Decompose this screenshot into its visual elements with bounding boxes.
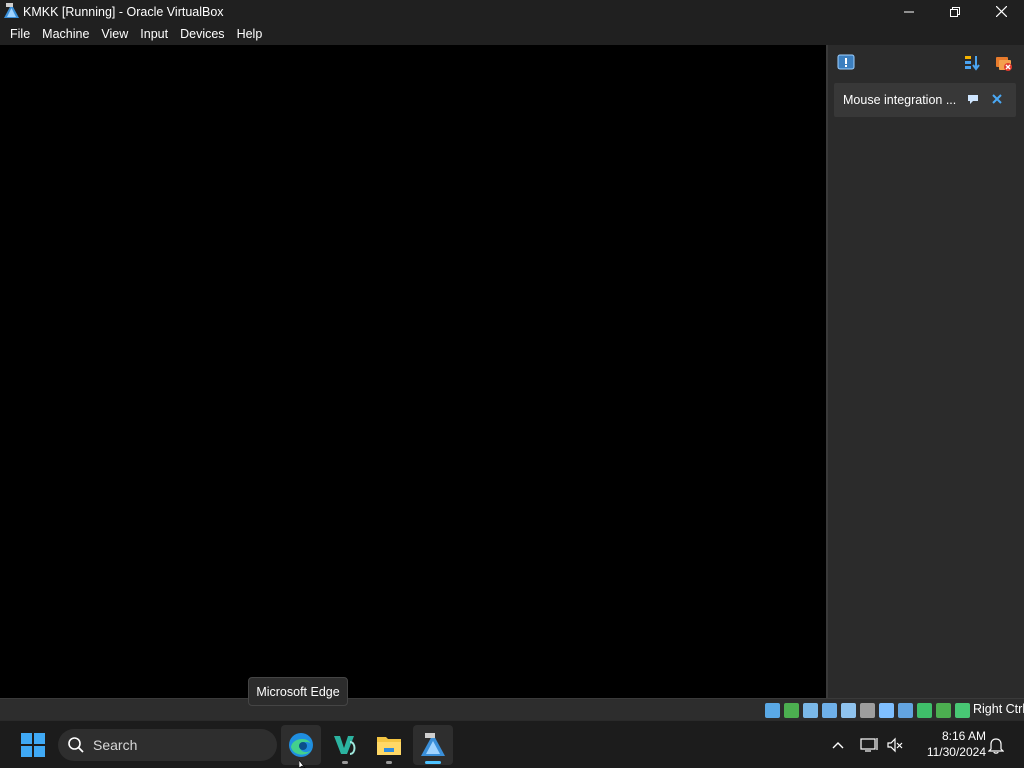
sort-button[interactable]	[962, 53, 982, 73]
notification-close-button[interactable]	[990, 92, 1004, 106]
minimize-icon	[904, 11, 914, 12]
menu-machine[interactable]: Machine	[36, 23, 95, 45]
close-button[interactable]	[978, 0, 1024, 23]
mouse-cursor-icon	[299, 760, 306, 768]
close-icon	[992, 94, 1002, 104]
usb-icon[interactable]	[841, 702, 856, 718]
mouse-integration-icon[interactable]	[936, 702, 951, 718]
notifications-button[interactable]	[985, 733, 1007, 757]
keep-open-button[interactable]	[836, 53, 856, 73]
taskbar-search-box[interactable]: Search	[58, 729, 277, 761]
search-icon	[68, 737, 84, 753]
network-icon[interactable]	[822, 702, 837, 718]
notification-center: Mouse integration ...	[826, 45, 1024, 698]
active-indicator	[425, 761, 441, 764]
recording-icon[interactable]	[898, 702, 913, 718]
notification-text: Mouse integration ...	[843, 93, 957, 107]
running-indicator	[386, 761, 392, 764]
display-icon[interactable]	[879, 702, 894, 718]
bell-icon	[988, 738, 1004, 754]
volume-button[interactable]	[884, 733, 906, 757]
start-button[interactable]	[14, 725, 52, 765]
close-icon	[995, 6, 1007, 17]
menu-input[interactable]: Input	[134, 23, 174, 45]
vm-display[interactable]	[0, 45, 826, 698]
restore-icon	[950, 6, 960, 17]
pin-notification-icon	[837, 54, 855, 70]
taskbar-tooltip: Microsoft Edge	[248, 677, 348, 706]
cpu-icon[interactable]	[917, 702, 932, 718]
sort-icon	[965, 56, 980, 71]
clock-time: 8:16 AM	[941, 729, 986, 743]
taskbar-app-visual-studio[interactable]	[325, 725, 365, 765]
menu-file[interactable]: File	[4, 23, 36, 45]
windows-logo-icon	[21, 733, 45, 757]
shared-folders-icon[interactable]	[860, 702, 875, 718]
clock-date: 11/30/2024	[926, 745, 986, 759]
microsoft-edge-icon	[289, 733, 313, 757]
visual-studio-icon	[334, 736, 356, 755]
hard-disk-icon[interactable]	[765, 702, 780, 718]
menu-view[interactable]: View	[95, 23, 134, 45]
menu-devices[interactable]: Devices	[174, 23, 230, 45]
optical-drive-icon[interactable]	[784, 702, 799, 718]
taskbar-app-microsoft-edge[interactable]	[281, 725, 321, 765]
menu-help[interactable]: Help	[231, 23, 269, 45]
menu-bar: File Machine View Input Devices Help	[0, 23, 1024, 45]
system-clock[interactable]: 8:16 AM 11/30/2024	[914, 728, 986, 760]
file-explorer-icon	[377, 737, 401, 755]
running-indicator	[342, 761, 348, 764]
chevron-up-icon	[832, 742, 844, 749]
restore-button[interactable]	[932, 0, 978, 23]
taskbar-app-virtualbox[interactable]	[413, 725, 453, 765]
taskbar: Search 8:16 AM 11/30/2024	[0, 720, 1024, 768]
keyboard-icon[interactable]	[955, 702, 970, 718]
volume-muted-icon	[887, 737, 903, 753]
status-bar: Right Ctrl	[0, 698, 1024, 720]
speech-bubble-icon	[968, 95, 978, 104]
dismiss-all-icon	[996, 57, 1012, 71]
search-placeholder: Search	[93, 737, 138, 753]
notification-help-button[interactable]	[966, 92, 980, 106]
virtualbox-icon	[3, 3, 20, 20]
title-bar: KMKK [Running] - Oracle VirtualBox	[0, 0, 1024, 23]
network-icon	[860, 738, 878, 752]
show-hidden-icons-button[interactable]	[827, 733, 849, 757]
window-title: KMKK [Running] - Oracle VirtualBox	[23, 4, 224, 19]
notification-item: Mouse integration ...	[834, 83, 1016, 117]
dismiss-all-button[interactable]	[994, 53, 1014, 73]
minimize-button[interactable]	[886, 0, 932, 23]
audio-icon[interactable]	[803, 702, 818, 718]
virtualbox-icon	[421, 733, 445, 756]
host-key-label[interactable]: Right Ctrl	[973, 699, 1024, 720]
notification-toolbar	[828, 45, 1024, 81]
status-indicators	[761, 702, 970, 718]
taskbar-app-file-explorer[interactable]	[369, 725, 409, 765]
network-status-button[interactable]	[858, 733, 880, 757]
